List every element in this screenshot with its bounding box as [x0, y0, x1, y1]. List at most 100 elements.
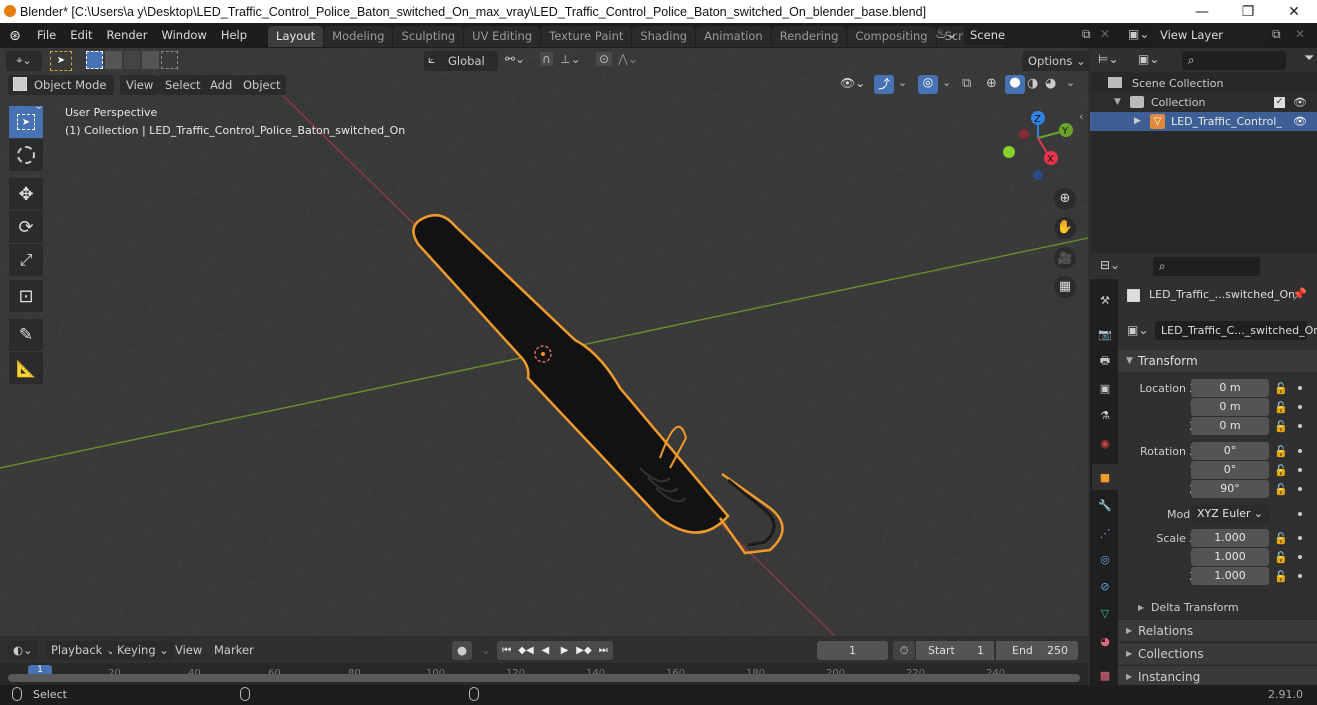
- move-tool[interactable]: ✥: [9, 178, 43, 210]
- timeline-view-menu[interactable]: View: [170, 641, 207, 660]
- select-subtract-icon[interactable]: [123, 51, 141, 69]
- sidebar-toggle-icon[interactable]: ‹: [1079, 110, 1083, 123]
- wireframe-shading-icon[interactable]: ⊕: [986, 76, 997, 91]
- new-view-layer-icon[interactable]: ⧉: [1272, 27, 1281, 42]
- selectability-icon[interactable]: 👁⌄: [840, 76, 865, 90]
- play-reverse-icon[interactable]: ◀: [536, 641, 555, 660]
- minimize-button[interactable]: —: [1179, 0, 1225, 23]
- scale-x-field[interactable]: 1.000: [1191, 529, 1269, 547]
- xray-icon[interactable]: ⧉: [962, 76, 971, 91]
- tool-tab-icon[interactable]: ⚒: [1092, 287, 1118, 313]
- shading-dropdown-icon[interactable]: ⌄: [1066, 76, 1075, 89]
- output-tab-icon[interactable]: 🖶: [1092, 348, 1118, 374]
- keyframe-dot-icon[interactable]: [1298, 424, 1302, 428]
- 3d-viewport[interactable]: User Perspective (1) Collection | LED_Tr…: [0, 48, 1088, 636]
- timeline-editor-icon[interactable]: ◐⌄: [8, 641, 38, 660]
- rotation-y-field[interactable]: 0°: [1191, 461, 1269, 479]
- lock-icon[interactable]: 🔓: [1274, 417, 1288, 436]
- cursor-tool[interactable]: [9, 139, 43, 171]
- new-scene-icon[interactable]: ⧉: [1082, 27, 1091, 42]
- location-x-field[interactable]: 0 m: [1191, 379, 1269, 397]
- tab-shading[interactable]: Shading: [632, 26, 696, 47]
- visibility-eye-icon[interactable]: 👁: [1293, 112, 1307, 131]
- rotation-z-field[interactable]: 90°: [1191, 480, 1269, 498]
- timeline-scrollbar[interactable]: [8, 674, 1080, 682]
- pivot-icon[interactable]: ⚯⌄: [505, 52, 525, 66]
- keyframe-dot-icon[interactable]: [1298, 386, 1302, 390]
- data-tab-icon[interactable]: ▽: [1092, 600, 1118, 626]
- select-new-icon[interactable]: [86, 51, 103, 69]
- blender-menu-icon[interactable]: ⊛: [0, 28, 30, 44]
- outliner-search-input[interactable]: ⌕: [1182, 51, 1286, 70]
- rotate-tool[interactable]: ⟳: [9, 211, 43, 243]
- render-tab-icon[interactable]: 📷: [1092, 321, 1118, 347]
- scale-tool[interactable]: ⤢: [9, 244, 43, 276]
- maximize-button[interactable]: ❐: [1225, 0, 1271, 23]
- view-layer-icon[interactable]: ▣⌄: [1128, 27, 1149, 41]
- tab-compositing[interactable]: Compositing: [847, 26, 936, 47]
- tab-texture-paint[interactable]: Texture Paint: [541, 26, 632, 47]
- menu-help[interactable]: Help: [214, 23, 254, 48]
- display-mode-icon[interactable]: ⊨⌄: [1098, 52, 1119, 66]
- close-button[interactable]: ✕: [1271, 0, 1317, 23]
- lock-icon[interactable]: 🔓: [1274, 480, 1288, 499]
- lock-icon[interactable]: 🔓: [1274, 567, 1288, 586]
- keyframe-dot-icon[interactable]: [1298, 487, 1302, 491]
- zoom-icon[interactable]: ⊕: [1054, 188, 1076, 210]
- gizmo-toggle-icon[interactable]: ⤴: [874, 75, 894, 94]
- solid-shading-icon[interactable]: ●: [1005, 75, 1025, 94]
- rotation-mode-dropdown[interactable]: XYZ Euler ⌄: [1191, 505, 1269, 523]
- auto-keying-button[interactable]: ●: [452, 641, 473, 660]
- location-y-field[interactable]: 0 m: [1191, 398, 1269, 416]
- menu-window[interactable]: Window: [154, 23, 213, 48]
- location-z-field[interactable]: 0 m: [1191, 417, 1269, 435]
- scene-selector[interactable]: Scene: [964, 26, 1078, 45]
- lock-icon[interactable]: 🔓: [1274, 379, 1288, 398]
- relations-panel-header[interactable]: ▶ Relations: [1118, 619, 1317, 641]
- expand-arrow-icon[interactable]: ▶: [1134, 112, 1141, 131]
- object-menu[interactable]: Object: [237, 75, 287, 95]
- next-keyframe-icon[interactable]: ▶◆: [574, 641, 593, 660]
- delete-scene-icon[interactable]: ✕: [1100, 27, 1110, 41]
- current-frame-field[interactable]: 1: [817, 641, 888, 660]
- jump-end-icon[interactable]: ⏭: [594, 641, 613, 660]
- lock-icon[interactable]: 🔓: [1274, 461, 1288, 480]
- scale-y-field[interactable]: 1.000: [1191, 548, 1269, 566]
- end-frame-field[interactable]: End 250: [996, 641, 1078, 660]
- select-menu[interactable]: Select: [159, 75, 207, 95]
- keyframe-dot-icon[interactable]: [1298, 468, 1302, 472]
- rendered-shading-icon[interactable]: ◕: [1045, 76, 1056, 91]
- options-dropdown[interactable]: Options ⌄: [1022, 51, 1092, 71]
- lock-icon[interactable]: 🔓: [1274, 398, 1288, 417]
- view-menu[interactable]: View: [120, 75, 160, 95]
- play-icon[interactable]: ▶: [555, 641, 574, 660]
- keying-set-dropdown-icon[interactable]: ⌄: [476, 641, 496, 660]
- material-tab-icon[interactable]: ◕: [1092, 628, 1118, 654]
- transform-panel-header[interactable]: ▼ Transform: [1118, 350, 1317, 372]
- snap-icon[interactable]: ∩: [540, 52, 553, 66]
- select-intersect-icon[interactable]: [161, 51, 179, 69]
- delete-view-layer-icon[interactable]: ✕: [1295, 27, 1305, 41]
- start-frame-field[interactable]: Start 1: [916, 641, 994, 660]
- collections-panel-header[interactable]: ▶ Collections: [1118, 642, 1317, 664]
- keyframe-dot-icon[interactable]: [1298, 449, 1302, 453]
- jump-start-icon[interactable]: ⏮: [497, 641, 516, 660]
- tab-sculpting[interactable]: Sculpting: [393, 26, 464, 47]
- object-name-field[interactable]: LED_Traffic_C..._switched_On: [1155, 321, 1317, 340]
- outliner-row-collection[interactable]: ▼ Collection ✓ 👁: [1090, 93, 1317, 112]
- tab-modeling[interactable]: Modeling: [324, 26, 393, 47]
- snap-target-icon[interactable]: ⊥⌄: [560, 52, 581, 66]
- menu-render[interactable]: Render: [100, 23, 155, 48]
- properties-editor-icon[interactable]: ⊟⌄: [1100, 258, 1120, 272]
- falloff-icon[interactable]: ⋀⌄: [618, 52, 638, 66]
- stopwatch-icon[interactable]: ⏱: [893, 641, 915, 660]
- pin-icon[interactable]: 📌: [1292, 287, 1307, 301]
- delta-transform-subpanel[interactable]: ▶ Delta Transform: [1130, 598, 1317, 618]
- scale-z-field[interactable]: 1.000: [1191, 567, 1269, 585]
- overlay-dropdown-icon[interactable]: ⌄: [942, 76, 951, 89]
- outliner-row-baton-object[interactable]: ▶ ▽ LED_Traffic_Control_ 👁: [1090, 112, 1317, 131]
- marker-menu[interactable]: Marker: [209, 641, 259, 660]
- lock-icon[interactable]: 🔓: [1274, 529, 1288, 548]
- select-extend-icon[interactable]: [104, 51, 122, 69]
- filter-icon[interactable]: ⏷: [1304, 51, 1314, 66]
